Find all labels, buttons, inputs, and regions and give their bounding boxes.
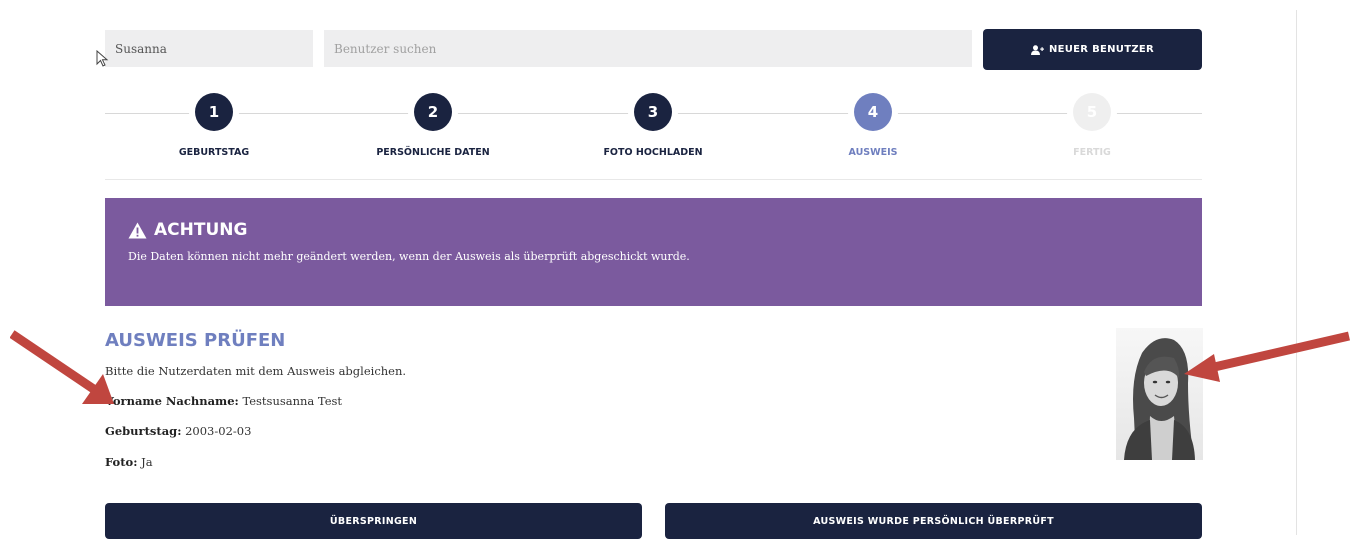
step-ausweis[interactable]: 4 AUSWEIS bbox=[773, 93, 973, 158]
step-label: PERSÖNLICHE DATEN bbox=[376, 147, 490, 158]
step-label: GEBURTSTAG bbox=[178, 147, 250, 158]
name-value: Testsusanna Test bbox=[242, 394, 343, 408]
user-search-input[interactable] bbox=[324, 30, 972, 67]
step-geburtstag[interactable]: 1 GEBURTSTAG bbox=[114, 93, 314, 158]
step-number: 3 bbox=[634, 93, 672, 131]
photo-value: Ja bbox=[141, 455, 153, 469]
alert-title: ACHTUNG bbox=[154, 220, 248, 240]
alert-title-row: ACHTUNG bbox=[128, 220, 1179, 240]
name-label: Vorname Nachname: bbox=[105, 394, 239, 408]
left-annotation-arrow-icon bbox=[10, 330, 114, 404]
step-number: 1 bbox=[195, 93, 233, 131]
step-label: FERTIG bbox=[1073, 147, 1111, 158]
page-right-border bbox=[1296, 10, 1297, 535]
add-user-icon bbox=[1030, 44, 1044, 55]
section-divider bbox=[105, 179, 1202, 180]
photo-label: Foto: bbox=[105, 455, 138, 469]
instruction-text: Bitte die Nutzerdaten mit dem Ausweis ab… bbox=[105, 364, 407, 378]
step-foto-hochladen[interactable]: 3 FOTO HOCHLADEN bbox=[553, 93, 753, 158]
new-user-button[interactable]: NEUER BENUTZER bbox=[983, 29, 1202, 70]
step-number: 4 bbox=[854, 93, 892, 131]
photo-row: Foto: Ja bbox=[105, 455, 153, 469]
step-label: FOTO HOCHLADEN bbox=[603, 147, 703, 158]
name-row: Vorname Nachname: Testsusanna Test bbox=[105, 394, 342, 408]
mouse-cursor-icon bbox=[96, 50, 109, 67]
warning-alert: ACHTUNG Die Daten können nicht mehr geän… bbox=[105, 198, 1202, 306]
new-user-label: NEUER BENUTZER bbox=[1048, 44, 1155, 55]
birthday-label: Geburtstag: bbox=[105, 424, 182, 438]
right-annotation-arrow-icon bbox=[1184, 331, 1351, 382]
alert-text: Die Daten können nicht mehr geändert wer… bbox=[128, 250, 690, 263]
step-number: 5 bbox=[1073, 93, 1111, 131]
step-label: AUSWEIS bbox=[848, 147, 898, 158]
step-number: 2 bbox=[414, 93, 452, 131]
step-persoenliche-daten[interactable]: 2 PERSÖNLICHE DATEN bbox=[333, 93, 533, 158]
id-verified-button[interactable]: AUSWEIS WURDE PERSÖNLICH ÜBERPRÜFT bbox=[665, 503, 1202, 539]
step-fertig: 5 FERTIG bbox=[992, 93, 1192, 158]
skip-button[interactable]: ÜBERSPRINGEN bbox=[105, 503, 642, 539]
selected-user-field[interactable] bbox=[105, 30, 313, 67]
birthday-value: 2003-02-03 bbox=[185, 424, 252, 438]
birthday-row: Geburtstag: 2003-02-03 bbox=[105, 424, 251, 438]
warning-icon bbox=[128, 222, 147, 238]
page-title: AUSWEIS PRÜFEN bbox=[105, 330, 286, 351]
